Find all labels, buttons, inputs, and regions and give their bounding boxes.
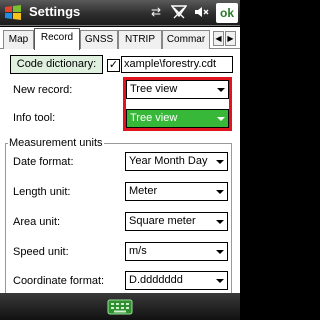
- window-title: Settings: [29, 4, 81, 19]
- date-format-value: Year Month Day: [129, 155, 208, 167]
- area-unit-value: Square meter: [129, 215, 196, 227]
- chevron-down-icon: [216, 190, 224, 194]
- tab-ntrip[interactable]: NTRIP: [118, 30, 162, 49]
- ok-button[interactable]: ok: [216, 3, 238, 23]
- chevron-down-icon: [216, 160, 224, 164]
- length-unit-label: Length unit:: [13, 186, 71, 198]
- chevron-down-icon: [216, 250, 224, 254]
- tab-map[interactable]: Map: [3, 30, 34, 49]
- info-tool-label: Info tool:: [13, 112, 56, 124]
- measurement-units-title: Measurement units: [8, 137, 104, 149]
- chevron-down-icon: [216, 220, 224, 224]
- title-bar: Settings ⇄ ok: [0, 0, 240, 26]
- connectivity-icon[interactable]: ⇄: [151, 4, 161, 20]
- highlight-box: [123, 77, 232, 131]
- record-settings-panel: Code dictionary: ✓ xample\forestry.cdt N…: [0, 49, 240, 303]
- tab-scroll-left-button[interactable]: ◀: [213, 31, 224, 46]
- signal-off-icon[interactable]: [170, 4, 188, 24]
- coordinate-format-select[interactable]: D.ddddddd: [125, 271, 228, 290]
- code-dictionary-checkbox[interactable]: ✓: [107, 59, 120, 72]
- date-format-select[interactable]: Year Month Day: [125, 152, 228, 171]
- new-record-label: New record:: [13, 84, 73, 96]
- soft-key-bar: [0, 293, 240, 320]
- area-unit-select[interactable]: Square meter: [125, 212, 228, 231]
- tab-commands[interactable]: Commar: [162, 30, 210, 49]
- code-dictionary-button[interactable]: Code dictionary:: [10, 55, 103, 74]
- chevron-down-icon: [216, 279, 224, 283]
- speed-unit-select[interactable]: m/s: [125, 242, 228, 261]
- area-unit-label: Area unit:: [13, 216, 61, 228]
- tab-gnss[interactable]: GNSS: [80, 30, 118, 49]
- keyboard-icon[interactable]: [107, 299, 133, 315]
- speed-unit-value: m/s: [129, 245, 147, 257]
- tab-strip: Map Record GNSS NTRIP Commar ◀ ▶: [0, 27, 240, 50]
- tab-record[interactable]: Record: [34, 28, 80, 50]
- length-unit-select[interactable]: Meter: [125, 182, 228, 201]
- code-dictionary-path-field[interactable]: xample\forestry.cdt: [121, 56, 233, 73]
- windows-start-icon[interactable]: [3, 3, 23, 23]
- coordinate-format-label: Coordinate format:: [13, 275, 105, 287]
- volume-off-icon[interactable]: [193, 4, 209, 24]
- speed-unit-label: Speed unit:: [13, 246, 69, 258]
- date-format-label: Date format:: [13, 156, 74, 168]
- tab-scroll-right-button[interactable]: ▶: [225, 31, 236, 46]
- length-unit-value: Meter: [129, 185, 158, 197]
- coordinate-format-value: D.ddddddd: [129, 274, 183, 286]
